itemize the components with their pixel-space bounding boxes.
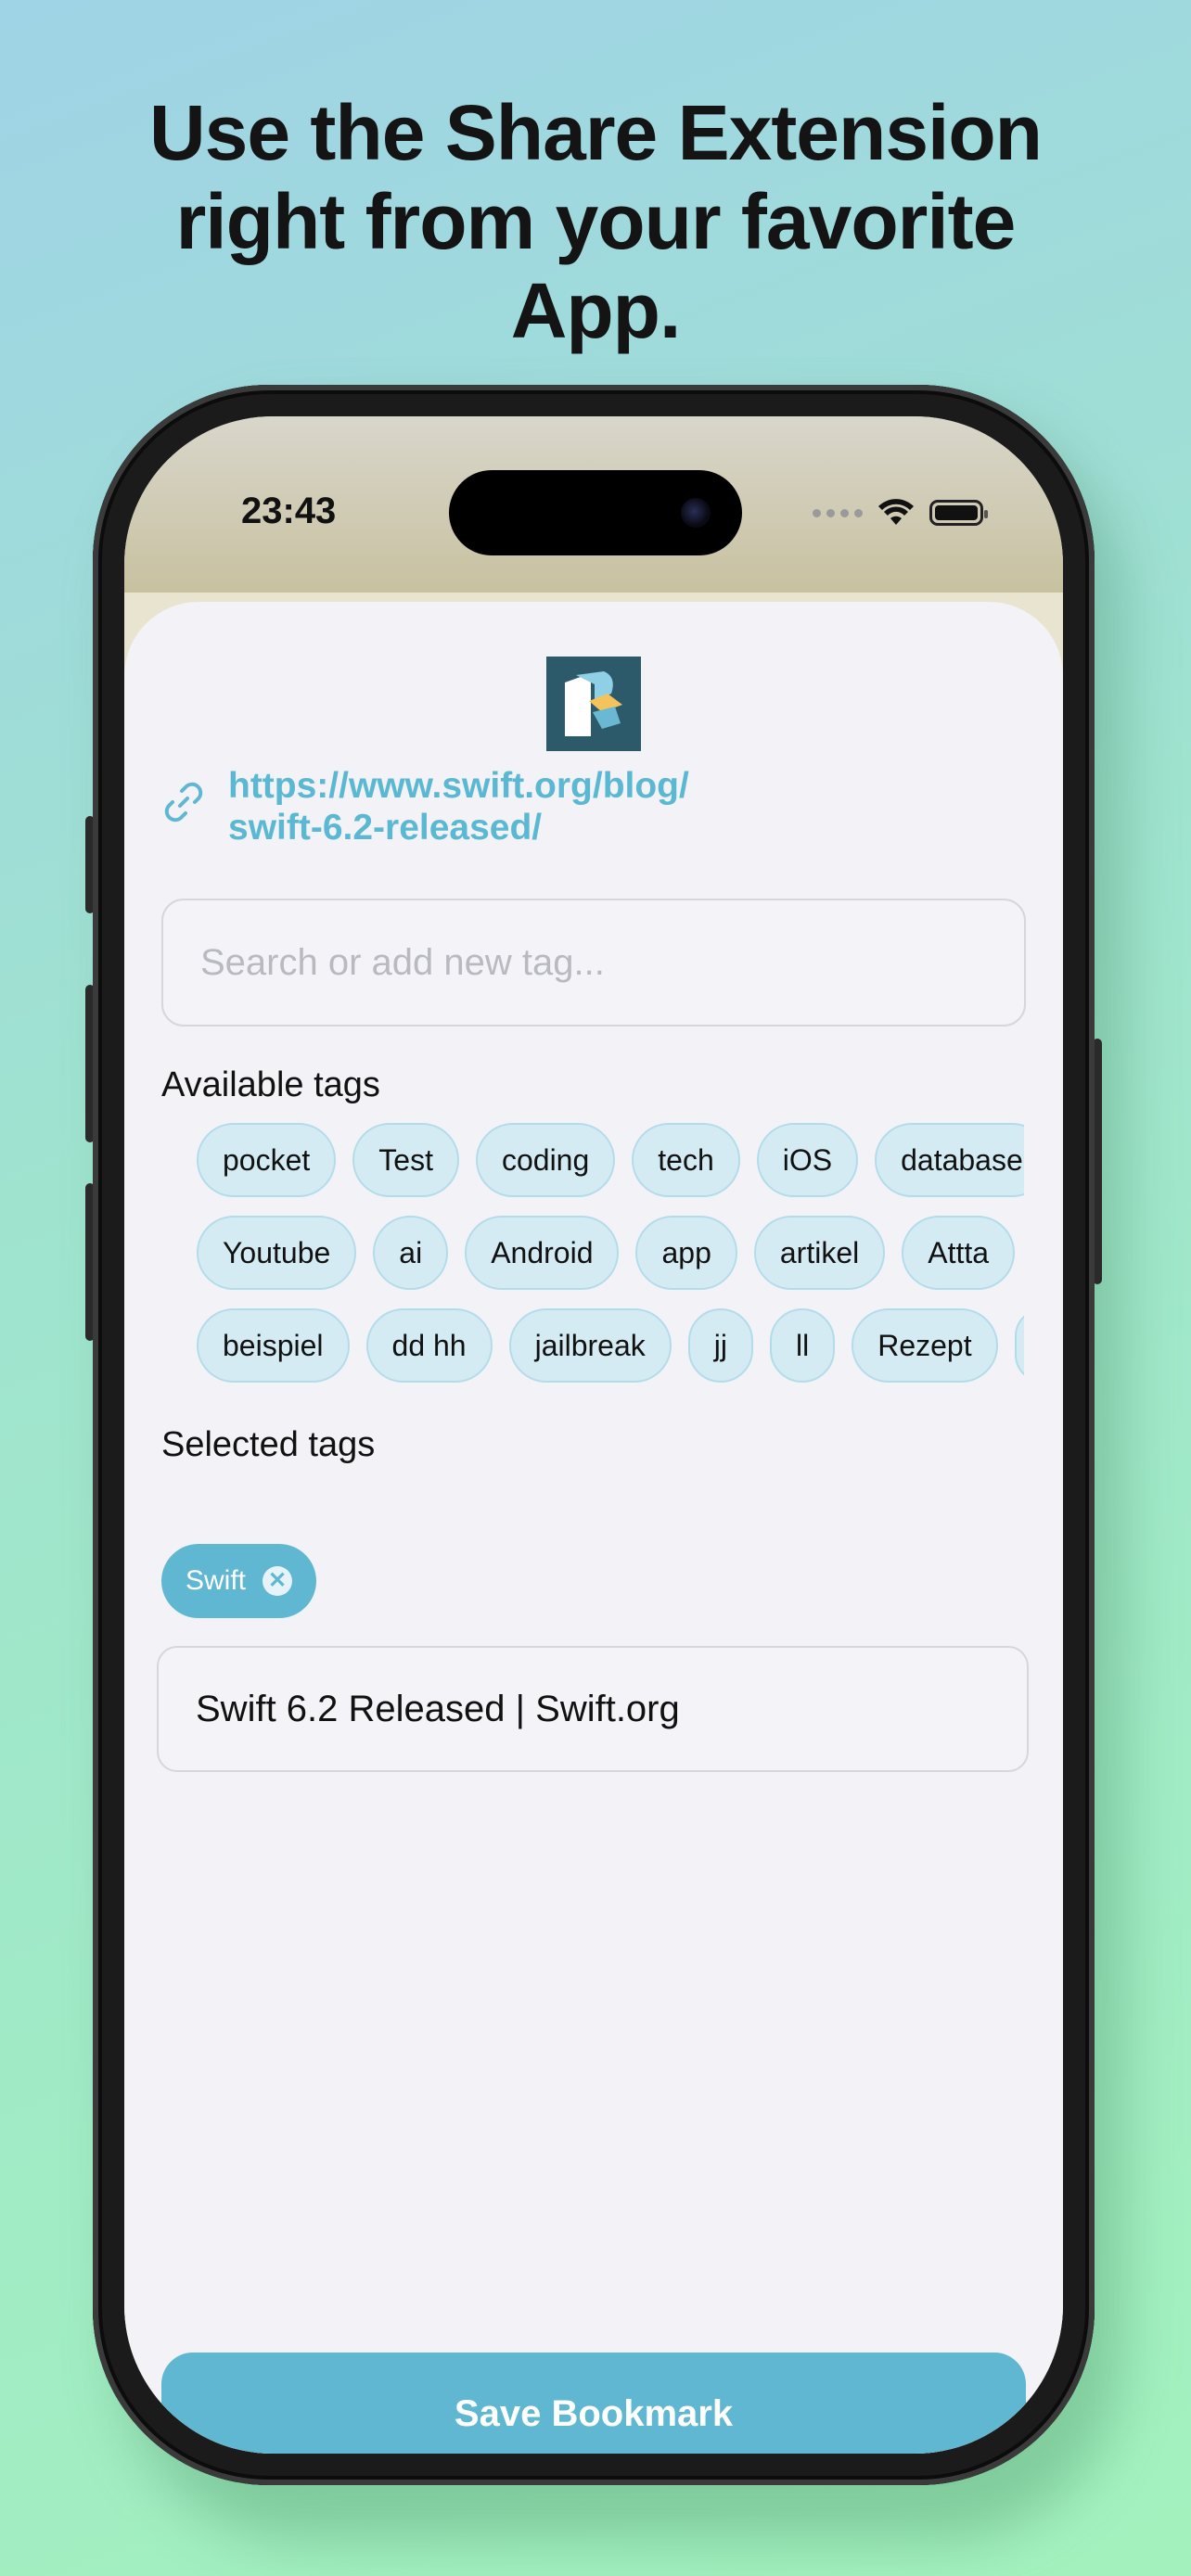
phone-screen: 23:43 https://www.swift.org/blog/ swift-… (124, 416, 1063, 2454)
tag-chip[interactable]: ai (373, 1216, 449, 1290)
tag-chip[interactable]: Android (465, 1216, 620, 1290)
phone-frame: 23:43 https://www.swift.org/blog/ swift-… (93, 385, 1095, 2485)
tag-search-field[interactable] (161, 899, 1026, 1027)
tag-chip[interactable]: coding (475, 1123, 616, 1197)
close-circle-icon[interactable]: ✕ (263, 1566, 293, 1596)
headline-line-2: right from your favorite (175, 178, 1017, 265)
selected-tag-label: Swift (186, 1565, 247, 1596)
wifi-icon (878, 499, 914, 525)
tag-chip[interactable]: iOS (756, 1123, 859, 1197)
tag-row-3: beispiel dd hh jailbreak jj ll Rezept (197, 1308, 1024, 1383)
tag-chip[interactable]: app (635, 1216, 737, 1290)
tag-chip[interactable]: Test (352, 1123, 459, 1197)
tag-chip[interactable]: database (875, 1123, 1024, 1197)
headline-line-1: Use the Share Extension (149, 89, 1043, 176)
url-line-1: https://www.swift.org/blog/ (228, 766, 689, 806)
tag-chip[interactable]: beispiel (197, 1308, 350, 1383)
available-tags-area[interactable]: pocket Test coding tech iOS database You… (197, 1123, 1024, 1401)
share-sheet: https://www.swift.org/blog/ swift-6.2-re… (124, 602, 1063, 2454)
tag-chip[interactable]: dd hh (365, 1308, 493, 1383)
battery-icon (929, 500, 988, 526)
headline-line-3: App. (510, 267, 682, 354)
available-tags-label: Available tags (161, 1065, 380, 1104)
selected-tags-label: Selected tags (161, 1425, 376, 1464)
url-row: https://www.swift.org/blog/ swift-6.2-re… (161, 765, 689, 848)
tag-chip[interactable]: tech (632, 1123, 740, 1197)
selected-tag-chip[interactable]: Swift ✕ (161, 1544, 317, 1618)
link-icon (164, 782, 203, 823)
tag-search-input[interactable] (163, 900, 1024, 1025)
camera-icon (681, 498, 711, 528)
tag-chip[interactable]: ll (769, 1308, 836, 1383)
bookmark-title-field[interactable] (157, 1646, 1029, 1772)
status-icons (813, 494, 988, 531)
signal-dots-icon (813, 508, 863, 517)
headline: Use the Share Extension right from your … (0, 88, 1191, 355)
status-time: 23:43 (241, 491, 337, 531)
tag-chip-partial[interactable] (1014, 1308, 1024, 1383)
tag-chip[interactable]: Youtube (197, 1216, 357, 1290)
bookmark-title-input[interactable] (159, 1648, 1027, 1770)
tag-chip[interactable]: jailbreak (508, 1308, 672, 1383)
tag-chip[interactable]: Rezept (852, 1308, 998, 1383)
tag-row-2: Youtube ai Android app artikel Attta (197, 1216, 1016, 1290)
app-logo (546, 657, 641, 751)
tag-chip[interactable]: Attta (902, 1216, 1016, 1290)
url-link[interactable]: https://www.swift.org/blog/ swift-6.2-re… (228, 765, 689, 848)
tag-row-1: pocket Test coding tech iOS database (197, 1123, 1024, 1197)
save-bookmark-button[interactable]: Save Bookmark (161, 2353, 1026, 2454)
tag-chip[interactable]: artikel (753, 1216, 886, 1290)
url-line-2: swift-6.2-released/ (228, 808, 543, 848)
dynamic-island (449, 470, 742, 555)
tag-chip[interactable]: jj (687, 1308, 753, 1383)
tag-chip[interactable]: pocket (197, 1123, 337, 1197)
